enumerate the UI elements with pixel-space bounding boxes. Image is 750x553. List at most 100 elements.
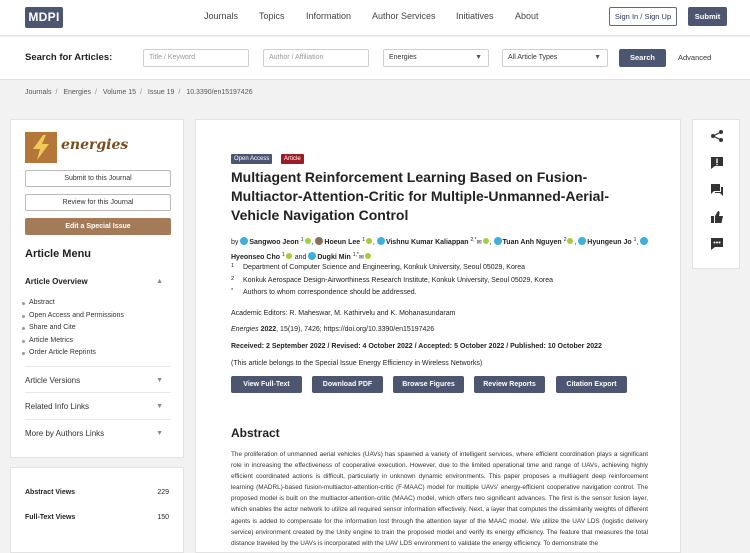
search-button[interactable]: Search xyxy=(619,49,666,67)
nav-journals[interactable]: Journals xyxy=(204,11,238,21)
breadcrumb-separator: / xyxy=(178,89,181,96)
left-sidebar: energies Submit to this Journal Review f… xyxy=(10,119,184,458)
overview-item-open-access[interactable]: Open Access and Permissions xyxy=(22,312,124,319)
share-icon[interactable] xyxy=(708,129,726,147)
publication-dates: Received: 2 September 2022 / Revised: 4 … xyxy=(231,343,602,350)
mail-icon[interactable]: ✉ xyxy=(477,240,482,246)
author-sup: 1 xyxy=(633,237,637,243)
affiliation-number: 1 xyxy=(231,263,235,269)
divider xyxy=(25,392,171,393)
affiliation-2: 2 Konkuk Aerospace Design-Airworthiness R… xyxy=(231,276,553,284)
submit-to-journal-button[interactable]: Submit to this Journal xyxy=(25,170,171,187)
article-type-value: All Article Types xyxy=(508,54,558,61)
author-name[interactable]: Hyeonseo Cho xyxy=(231,254,280,261)
citation-year: 2022 xyxy=(260,326,277,333)
sign-in-button[interactable]: Sign In / Sign Up xyxy=(609,7,677,26)
view-full-text-button[interactable]: View Full-Text xyxy=(231,376,302,393)
affiliation-corresponding: * Authors to whom correspondence should b… xyxy=(231,288,417,296)
orcid-icon[interactable] xyxy=(364,253,371,259)
comment-icon[interactable] xyxy=(708,183,726,201)
abstract-views-label: Abstract Views xyxy=(25,489,76,496)
review-reports-button[interactable]: Review Reports xyxy=(474,376,545,393)
nav-initiatives[interactable]: Initiatives xyxy=(456,11,494,21)
download-pdf-button[interactable]: Download PDF xyxy=(312,376,383,393)
journal-select[interactable]: Energies ▼ xyxy=(383,49,489,67)
orcid-icon[interactable] xyxy=(482,238,489,244)
browse-figures-button[interactable]: Browse Figures xyxy=(393,376,464,393)
advanced-search-link[interactable]: Advanced xyxy=(678,53,711,62)
article-versions-toggle[interactable]: Article Versions xyxy=(25,376,80,385)
overview-item-reprints[interactable]: Order Article Reprints xyxy=(22,349,96,356)
author-input[interactable]: Author / Affiliation xyxy=(263,49,369,67)
open-access-badge[interactable]: Open Access xyxy=(231,154,273,164)
like-icon[interactable] xyxy=(708,210,726,228)
journal-logo[interactable] xyxy=(25,132,57,163)
breadcrumb-volume[interactable]: Volume 15 xyxy=(103,89,136,96)
mail-icon[interactable]: ✉ xyxy=(359,255,364,261)
by-label: by xyxy=(231,239,239,246)
author-name[interactable]: Vishnu Kumar Kaliappan xyxy=(386,239,469,246)
journal-name[interactable]: energies xyxy=(61,137,128,153)
special-issue-note[interactable]: (This article belongs to the Special Iss… xyxy=(231,360,482,367)
overview-item-share-cite[interactable]: Share and Cite xyxy=(22,324,76,331)
fulltext-views-label: Full-Text Views xyxy=(25,514,76,521)
breadcrumb-energies[interactable]: Energies xyxy=(63,89,91,96)
overview-item-abstract[interactable]: Abstract xyxy=(22,299,55,306)
citation-rest[interactable]: , 15(19), 7426; https://doi.org/10.3390/… xyxy=(276,326,434,333)
mdpi-logo[interactable]: MDPI xyxy=(25,7,63,28)
article-type-badge: Article xyxy=(281,154,304,164)
affiliation-text: Konkuk Aerospace Design-Airworthiness Re… xyxy=(243,277,553,284)
author-sup: 1 xyxy=(281,252,285,258)
chevron-down-icon: ▼ xyxy=(594,54,601,61)
chevron-down-icon[interactable]: ▼ xyxy=(156,430,163,437)
submit-button[interactable]: Submit xyxy=(688,7,727,26)
article-type-select[interactable]: All Article Types ▼ xyxy=(502,49,608,67)
citation-export-button[interactable]: Citation Export xyxy=(556,376,627,393)
affiliation-text: Authors to whom correspondence should be… xyxy=(243,289,417,296)
nav-topics[interactable]: Topics xyxy=(259,11,285,21)
author-avatar xyxy=(640,237,649,245)
author-name[interactable]: Tuan Anh Nguyen xyxy=(503,239,562,246)
search-label: Search for Articles: xyxy=(25,52,113,63)
breadcrumb-journals[interactable]: Journals xyxy=(25,89,51,96)
orcid-icon[interactable] xyxy=(304,238,311,244)
author-name[interactable]: Dugki Min xyxy=(317,254,350,261)
article-overview-toggle[interactable]: Article Overview xyxy=(25,277,88,286)
orcid-icon[interactable] xyxy=(365,238,372,244)
author-list: by Sangwoo Jeon 1, Hoeun Lee 1, Vishnu K… xyxy=(231,234,651,264)
overview-item-metrics[interactable]: Article Metrics xyxy=(22,337,73,344)
related-info-toggle[interactable]: Related Info Links xyxy=(25,402,89,411)
chevron-down-icon[interactable]: ▼ xyxy=(156,403,163,410)
nav-information[interactable]: Information xyxy=(306,11,351,21)
author-name[interactable]: Sangwoo Jeon xyxy=(249,239,298,246)
nav-about[interactable]: About xyxy=(515,11,539,21)
chevron-down-icon[interactable]: ▼ xyxy=(156,377,163,384)
report-icon[interactable] xyxy=(708,156,726,174)
author-name[interactable]: Hyungeun Jo xyxy=(587,239,631,246)
more-by-authors-toggle[interactable]: More by Authors Links xyxy=(25,429,104,438)
abstract-heading: Abstract xyxy=(231,426,280,440)
nav-author-services[interactable]: Author Services xyxy=(372,11,436,21)
affiliation-number: * xyxy=(231,288,234,294)
chat-icon[interactable] xyxy=(708,237,726,255)
abstract-text: The proliferation of unmanned aerial veh… xyxy=(231,451,648,547)
chevron-up-icon[interactable]: ▲ xyxy=(156,278,163,285)
orcid-icon[interactable] xyxy=(567,238,574,244)
right-action-bar xyxy=(692,119,740,269)
author-avatar xyxy=(315,237,324,245)
top-navigation: MDPI Journals Topics Information Author … xyxy=(0,0,750,36)
edit-special-issue-button[interactable]: Edit a Special Issue xyxy=(25,218,171,235)
journal-select-value: Energies xyxy=(389,54,417,61)
author-sup: 1 xyxy=(300,237,304,243)
author-avatar xyxy=(376,237,385,245)
orcid-icon[interactable] xyxy=(285,253,292,259)
author-avatar xyxy=(308,252,317,260)
review-for-journal-button[interactable]: Review for this Journal xyxy=(25,194,171,211)
author-sup: 2 xyxy=(563,237,567,243)
divider xyxy=(25,419,171,420)
keyword-input[interactable]: Title / Keyword xyxy=(143,49,249,67)
author-name[interactable]: Hoeun Lee xyxy=(324,239,360,246)
lightning-icon xyxy=(33,135,49,160)
article-main: Open Access Article Multiagent Reinforce… xyxy=(195,119,681,553)
breadcrumb-issue[interactable]: Issue 19 xyxy=(148,89,174,96)
